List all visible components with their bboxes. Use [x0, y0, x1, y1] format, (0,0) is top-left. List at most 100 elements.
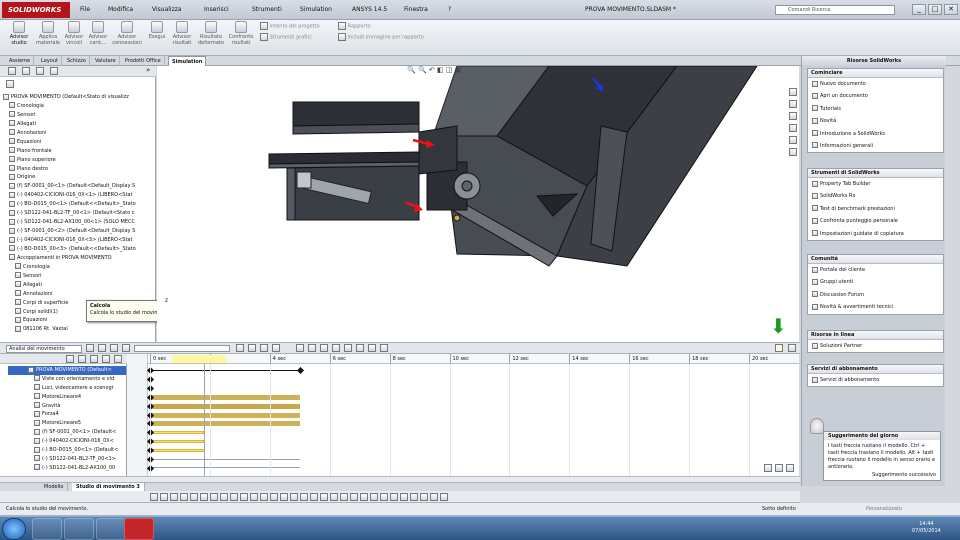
- advisor-loads-button[interactable]: Advisor caric...: [86, 21, 110, 46]
- add-key-icon[interactable]: [272, 344, 280, 352]
- resource-link[interactable]: Confronta punteggio personale: [808, 215, 943, 227]
- damper-icon[interactable]: [320, 344, 328, 352]
- appearances-icon[interactable]: [789, 136, 797, 144]
- tree-item[interactable]: (-) SD122-041-BL2-TF_00<1> (Default<Stat…: [3, 209, 153, 218]
- spring-icon[interactable]: [308, 344, 316, 352]
- menu-item[interactable]: ANSYS 14.5: [352, 6, 387, 13]
- view-tool-icon[interactable]: [320, 493, 328, 501]
- configuration-icon[interactable]: [36, 67, 44, 75]
- tree-item[interactable]: Allegati: [3, 281, 153, 290]
- tab-schizzo[interactable]: Schizzo: [64, 56, 90, 66]
- minimize-button[interactable]: _: [912, 4, 926, 15]
- filter-animated-icon[interactable]: [66, 355, 74, 363]
- time-bar[interactable]: [203, 364, 205, 476]
- property-manager-icon[interactable]: [22, 67, 30, 75]
- motion-tree-row[interactable]: (-) BO-D015_00<1> (Default<: [8, 446, 126, 455]
- maximize-button[interactable]: □: [928, 4, 942, 15]
- view-tool-icon[interactable]: [370, 493, 378, 501]
- include-image-button[interactable]: Includi immagine per rapporto: [338, 33, 424, 42]
- motion-tree-row[interactable]: Gravità: [8, 402, 126, 411]
- resource-link[interactable]: Portale del cliente: [808, 264, 943, 276]
- menu-item[interactable]: Finestra: [404, 6, 428, 13]
- view-tool-icon[interactable]: [400, 493, 408, 501]
- key-point[interactable]: [296, 366, 304, 375]
- resource-link[interactable]: Introduzione a SolidWorks: [808, 128, 943, 140]
- tree-item[interactable]: (-) 040402-CICIONI-016_0X<3> (LIBERO<Sta…: [3, 236, 153, 245]
- play-icon[interactable]: [110, 344, 118, 352]
- solidworks-logo[interactable]: SOLIDWORKS: [2, 2, 70, 18]
- view-tool-icon[interactable]: [300, 493, 308, 501]
- tree-item[interactable]: Origine: [3, 173, 153, 182]
- custom-properties-icon[interactable]: [789, 148, 797, 156]
- resource-link[interactable]: Soluzioni Partner: [808, 340, 943, 352]
- close-button[interactable]: ✕: [944, 4, 958, 15]
- home-icon[interactable]: [789, 88, 797, 96]
- zoom-out-icon[interactable]: [775, 464, 783, 472]
- resource-link[interactable]: Nuovo documento: [808, 78, 943, 90]
- collapse-icon[interactable]: [788, 344, 796, 352]
- resource-section-title[interactable]: Servizi di abbonamento: [808, 365, 943, 374]
- zoom-fit-icon[interactable]: 🔍: [407, 66, 416, 74]
- motion-tree-row[interactable]: MotoreLineare5: [8, 419, 126, 428]
- view-tool-icon[interactable]: [330, 493, 338, 501]
- filter-driving-icon[interactable]: [78, 355, 86, 363]
- view-tool-icon[interactable]: [160, 493, 168, 501]
- menu-item[interactable]: Modifica: [108, 6, 133, 13]
- zoom-timeline-icon[interactable]: [114, 355, 122, 363]
- view-tool-icon[interactable]: [430, 493, 438, 501]
- section-view-icon[interactable]: ◧: [437, 66, 444, 74]
- motion-tree-row[interactable]: Viste con orientamento e vid: [8, 375, 126, 384]
- motion-tree-row[interactable]: Forza4: [8, 410, 126, 419]
- feature-tree-icon[interactable]: [8, 67, 16, 75]
- tree-item[interactable]: Annotazioni: [3, 290, 153, 299]
- tree-item[interactable]: Allegati: [3, 120, 153, 129]
- search-input[interactable]: Comandi Ricerca: [775, 5, 895, 15]
- tree-item[interactable]: (-) SF-0001_00<2> (Default<Default_Displ…: [3, 227, 153, 236]
- playback-speed-select[interactable]: [134, 345, 230, 352]
- menu-item[interactable]: Inserisci: [204, 6, 229, 13]
- tree-item[interactable]: Cronologia: [3, 102, 153, 111]
- resource-link[interactable]: Informazioni generali: [808, 140, 943, 152]
- expand-chevron-icon[interactable]: »: [146, 66, 150, 74]
- tree-item[interactable]: 081106 Rt. Vaxtal: [3, 325, 153, 334]
- resource-link[interactable]: Novità & avvertimenti tecnici: [808, 301, 943, 313]
- run-button[interactable]: Esegui: [146, 21, 168, 40]
- advisor-studio-button[interactable]: Advisor studio: [6, 21, 32, 46]
- animation-wizard-icon[interactable]: [248, 344, 256, 352]
- view-tool-icon[interactable]: [270, 493, 278, 501]
- tree-item[interactable]: Sensori: [3, 272, 153, 281]
- view-tool-icon[interactable]: [410, 493, 418, 501]
- play-from-start-icon[interactable]: [98, 344, 106, 352]
- assembly-model[interactable]: z: [157, 65, 799, 342]
- contact-icon[interactable]: [344, 344, 352, 352]
- start-button[interactable]: [2, 518, 26, 540]
- resource-link[interactable]: Gruppi utenti: [808, 276, 943, 288]
- tab-simulation[interactable]: Simulation: [168, 56, 207, 66]
- file-explorer-icon[interactable]: [789, 112, 797, 120]
- filter-results-icon[interactable]: [102, 355, 110, 363]
- timeline[interactable]: 0 sec2 sec4 sec6 sec8 sec10 sec12 sec14 …: [127, 354, 799, 476]
- menu-item[interactable]: Simulation: [300, 6, 332, 13]
- view-tool-icon[interactable]: [280, 493, 288, 501]
- force-icon[interactable]: [332, 344, 340, 352]
- motion-tree-row[interactable]: (-) 040402-CICIONI-016_0X<: [8, 437, 126, 446]
- resource-link[interactable]: Discussion Forum: [808, 289, 943, 301]
- save-animation-icon[interactable]: [236, 344, 244, 352]
- tree-item[interactable]: (f) SF-0001_00<1> (Default<Default_Displ…: [3, 182, 153, 191]
- tree-item[interactable]: Piano destro: [3, 165, 153, 174]
- resource-link[interactable]: Test di benchmark prestazioni: [808, 203, 943, 215]
- zoom-area-icon[interactable]: 🔍: [418, 66, 427, 74]
- zoom-to-fit-icon[interactable]: [786, 464, 794, 472]
- tab-prodotti-office[interactable]: Prodotti Office: [122, 56, 165, 66]
- tree-item[interactable]: Piano superiore: [3, 156, 153, 165]
- resource-link[interactable]: Tutorials: [808, 103, 943, 115]
- display-style-icon[interactable]: ▣: [455, 66, 462, 74]
- clock[interactable]: 14:44 07/05/2014: [912, 521, 941, 535]
- calculate-study-button[interactable]: [775, 344, 783, 352]
- resource-link[interactable]: SolidWorks Rx: [808, 190, 943, 202]
- motion-tree-row[interactable]: MotoreLineare4: [8, 393, 126, 402]
- view-tool-icon[interactable]: [350, 493, 358, 501]
- next-tip-link[interactable]: Suggerimento successivo: [872, 472, 936, 478]
- tree-item[interactable]: Piano frontale: [3, 147, 153, 156]
- tree-item[interactable]: Annotazioni: [3, 129, 153, 138]
